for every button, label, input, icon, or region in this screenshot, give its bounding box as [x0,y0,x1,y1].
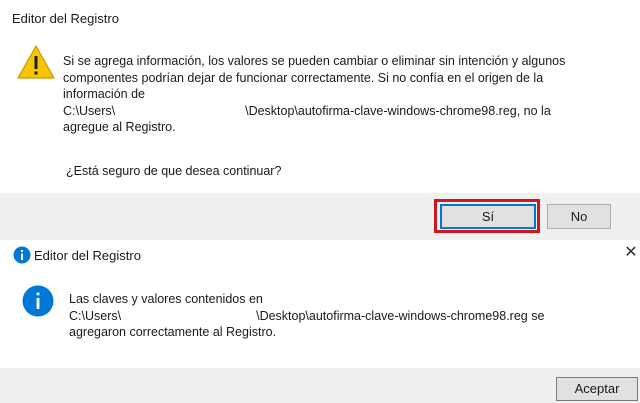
confirm-dialog-title: Editor del Registro [12,11,119,26]
confirm-message-line: componentes podrían dejar de funcionar c… [63,70,544,85]
success-message-line: agregaron correctamente al Registro. [69,325,277,339]
confirm-message-line: agregue al Registro. [63,120,176,134]
confirm-dialog: Editor del Registro Si se agrega informa… [0,0,640,240]
success-message: Las claves y valores contenidos en C:\Us… [69,291,629,341]
accept-button[interactable]: Aceptar [556,377,638,401]
confirm-path-prefix: C:\Users\ [63,103,116,118]
confirm-message-path-line: C:\Users\ \Desktop\autofirma-clave-window… [63,103,623,120]
yes-button-highlight [434,199,540,233]
success-path-prefix: C:\Users\ [69,308,122,323]
success-path-suffix: \Desktop\autofirma-clave-windows-chrome9… [256,308,545,323]
no-button[interactable]: No [547,204,611,229]
success-dialog-footer: Aceptar [0,368,640,403]
confirm-dialog-footer: Sí No [0,193,640,240]
confirm-path-suffix: \Desktop\autofirma-clave-windows-chrome9… [245,103,551,118]
confirm-question: ¿Está seguro de que desea continuar? [66,164,282,178]
info-icon [22,285,54,317]
success-dialog: Editor del Registro ✕ Las claves y valor… [0,240,640,403]
close-icon[interactable]: ✕ [624,244,638,262]
confirm-message: Si se agrega información, los valores se… [63,53,623,136]
confirm-message-line: Si se agrega información, los valores se… [63,54,566,68]
success-message-line: Las claves y valores contenidos en [69,292,263,306]
warning-icon [17,45,55,79]
success-message-path-line: C:\Users\ \Desktop\autofirma-clave-window… [69,308,629,325]
success-dialog-title: Editor del Registro [34,248,141,263]
confirm-message-line: información de [63,87,145,101]
info-icon [13,246,31,264]
